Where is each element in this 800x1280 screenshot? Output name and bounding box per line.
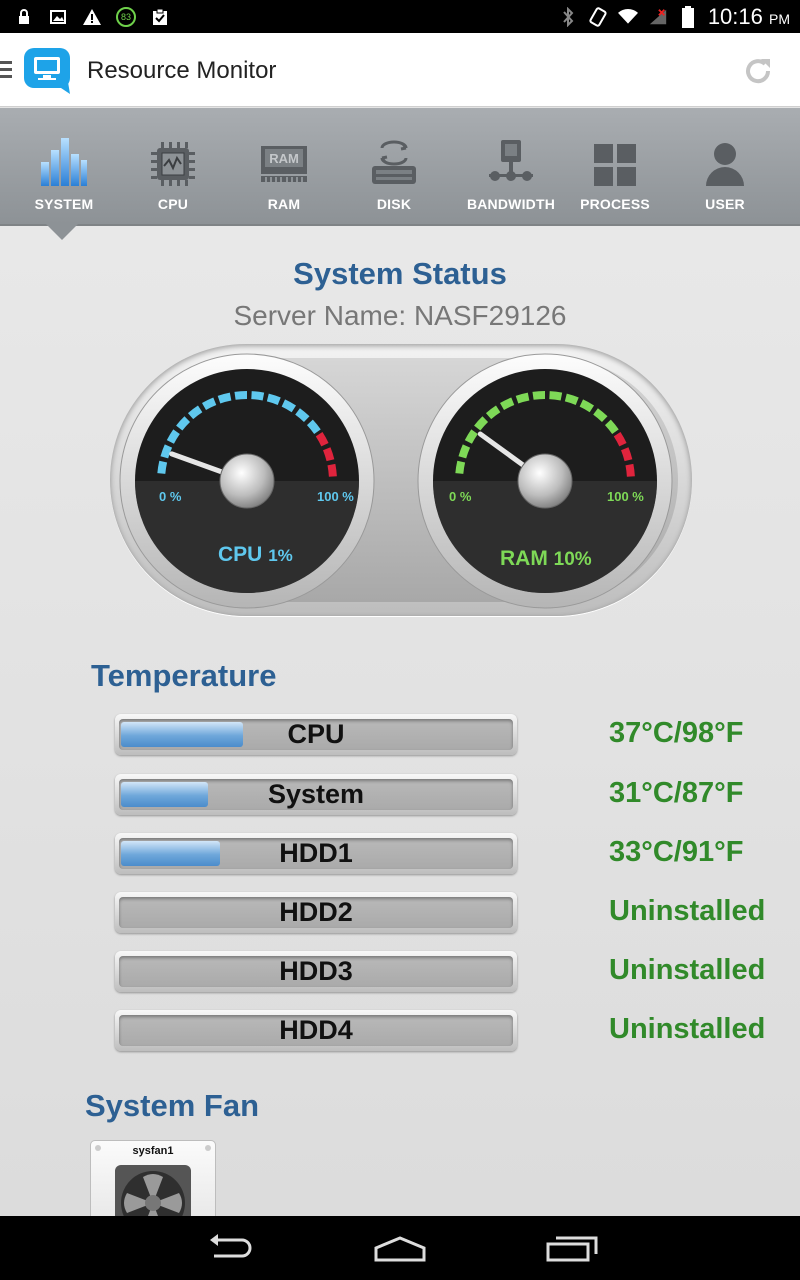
gauge-arc-segment bbox=[251, 391, 265, 401]
system-status-title: System Status bbox=[293, 256, 507, 291]
gauge-arc-danger bbox=[315, 431, 329, 447]
gauge-arc-danger bbox=[323, 447, 335, 462]
app-title: Resource Monitor bbox=[87, 57, 277, 84]
gauge-arc-danger bbox=[625, 463, 635, 477]
svg-text:RAM: RAM bbox=[269, 151, 299, 166]
gauge-arc-segment bbox=[500, 397, 515, 411]
ram-gauge-max: 100 % bbox=[607, 489, 644, 504]
gauge-knob bbox=[219, 453, 275, 509]
navigation-bar bbox=[0, 1216, 800, 1280]
gauge-arc-segment bbox=[564, 393, 579, 405]
temp-bar-hdd2: HDD2 bbox=[115, 892, 517, 933]
back-icon[interactable] bbox=[200, 1230, 260, 1266]
gauge-arc-segment bbox=[532, 391, 546, 400]
temp-value-hdd4: Uninstalled bbox=[609, 1013, 766, 1045]
gauge-arc-segment bbox=[160, 444, 173, 459]
gauge-arc-danger bbox=[613, 431, 627, 447]
temp-value-hdd1: 33°C/91°F bbox=[609, 836, 744, 868]
fan-card[interactable]: sysfan1 bbox=[90, 1140, 216, 1216]
tab-system[interactable]: SYSTEM bbox=[9, 108, 119, 224]
gauge-arc-segment bbox=[458, 444, 471, 459]
bar-chart-icon bbox=[36, 134, 92, 188]
battery-icon bbox=[678, 6, 698, 28]
system-status-panel: System Status Server Name: NASF29126 CPU… bbox=[0, 226, 800, 1216]
image-icon bbox=[48, 7, 68, 27]
gauge-arc-segment bbox=[266, 393, 281, 405]
server-name: Server Name: NASF29126 bbox=[233, 300, 567, 331]
disk-icon bbox=[366, 134, 422, 188]
ram-icon: RAM bbox=[256, 134, 312, 188]
rotate-icon bbox=[588, 7, 608, 27]
clock: 10:16 PM bbox=[707, 4, 790, 29]
gauge-arc-danger bbox=[621, 447, 633, 462]
tab-user[interactable]: USER bbox=[670, 108, 780, 224]
gauge-arc-segment bbox=[166, 429, 180, 444]
gauge-arc-segment bbox=[281, 399, 297, 413]
temp-value-cpu: 37°C/98°F bbox=[609, 717, 744, 749]
gauge-arc-segment bbox=[217, 392, 232, 404]
gauge-arc-segment bbox=[234, 391, 248, 400]
ram-gauge-min: 0 % bbox=[449, 489, 472, 504]
tab-process[interactable]: PROCESS bbox=[560, 108, 670, 224]
cpu-gauge: CPU 1% 0 % 100 % bbox=[118, 352, 376, 610]
temp-value-system: 31°C/87°F bbox=[609, 777, 744, 809]
tab-bandwidth[interactable]: BANDWIDTH bbox=[456, 108, 566, 224]
menu-icon[interactable] bbox=[0, 61, 12, 79]
gauge-arc-segment bbox=[157, 460, 168, 474]
temp-bar-system: System bbox=[115, 774, 517, 815]
grid-icon bbox=[587, 134, 643, 188]
refresh-icon[interactable] bbox=[742, 55, 774, 87]
gauge-arc-segment bbox=[515, 392, 530, 404]
temp-value-hdd2: Uninstalled bbox=[609, 895, 766, 927]
status-bar: 83 10:16 PM bbox=[0, 0, 800, 33]
gauge-arc-segment bbox=[464, 429, 478, 444]
network-icon bbox=[483, 134, 539, 188]
temp-bar-hdd4: HDD4 bbox=[115, 1010, 517, 1051]
bluetooth-icon bbox=[558, 7, 578, 27]
cpu-gauge-label: CPU 1% bbox=[218, 543, 293, 566]
system-fan-title: System Fan bbox=[85, 1088, 260, 1123]
home-icon[interactable] bbox=[370, 1230, 430, 1266]
battery-badge-icon: 83 bbox=[116, 7, 136, 27]
temp-value-hdd3: Uninstalled bbox=[609, 954, 766, 986]
temp-bar-hdd3: HDD3 bbox=[115, 951, 517, 992]
fan-icon bbox=[115, 1165, 191, 1216]
tab-ram[interactable]: RAM RAM bbox=[229, 108, 339, 224]
wifi-icon bbox=[617, 7, 638, 27]
temp-bar-cpu: CPU bbox=[115, 714, 517, 755]
temp-bar-hdd1: HDD1 bbox=[115, 833, 517, 874]
gauge-arc-segment bbox=[455, 460, 466, 474]
gauge-knob bbox=[517, 453, 573, 509]
temperature-title: Temperature bbox=[91, 658, 277, 693]
chip-icon bbox=[145, 134, 201, 188]
warning-icon bbox=[82, 7, 102, 27]
ram-gauge: RAM 10% 0 % 100 % bbox=[416, 352, 674, 610]
ram-gauge-label: RAM 10% bbox=[500, 547, 592, 570]
recents-icon[interactable] bbox=[542, 1230, 602, 1266]
tab-bar: SYSTEM CPU RAM RAM DISK BANDWIDTH PROCES… bbox=[0, 108, 800, 226]
app-logo-icon[interactable] bbox=[22, 46, 74, 96]
gauge-arc-segment bbox=[549, 391, 563, 401]
cpu-gauge-max: 100 % bbox=[317, 489, 354, 504]
lock-icon bbox=[14, 7, 34, 27]
app-bar: Resource Monitor bbox=[0, 33, 800, 107]
cpu-gauge-min: 0 % bbox=[159, 489, 182, 504]
tab-disk[interactable]: DISK bbox=[339, 108, 449, 224]
gauge-arc-danger bbox=[327, 463, 337, 477]
gauge-arc-segment bbox=[202, 397, 217, 411]
signal-icon bbox=[648, 7, 668, 27]
gauge-arc-segment bbox=[579, 399, 595, 413]
tab-cpu[interactable]: CPU bbox=[118, 108, 228, 224]
active-tab-pointer bbox=[46, 224, 78, 240]
user-icon bbox=[697, 134, 753, 188]
clipboard-icon bbox=[150, 7, 170, 27]
